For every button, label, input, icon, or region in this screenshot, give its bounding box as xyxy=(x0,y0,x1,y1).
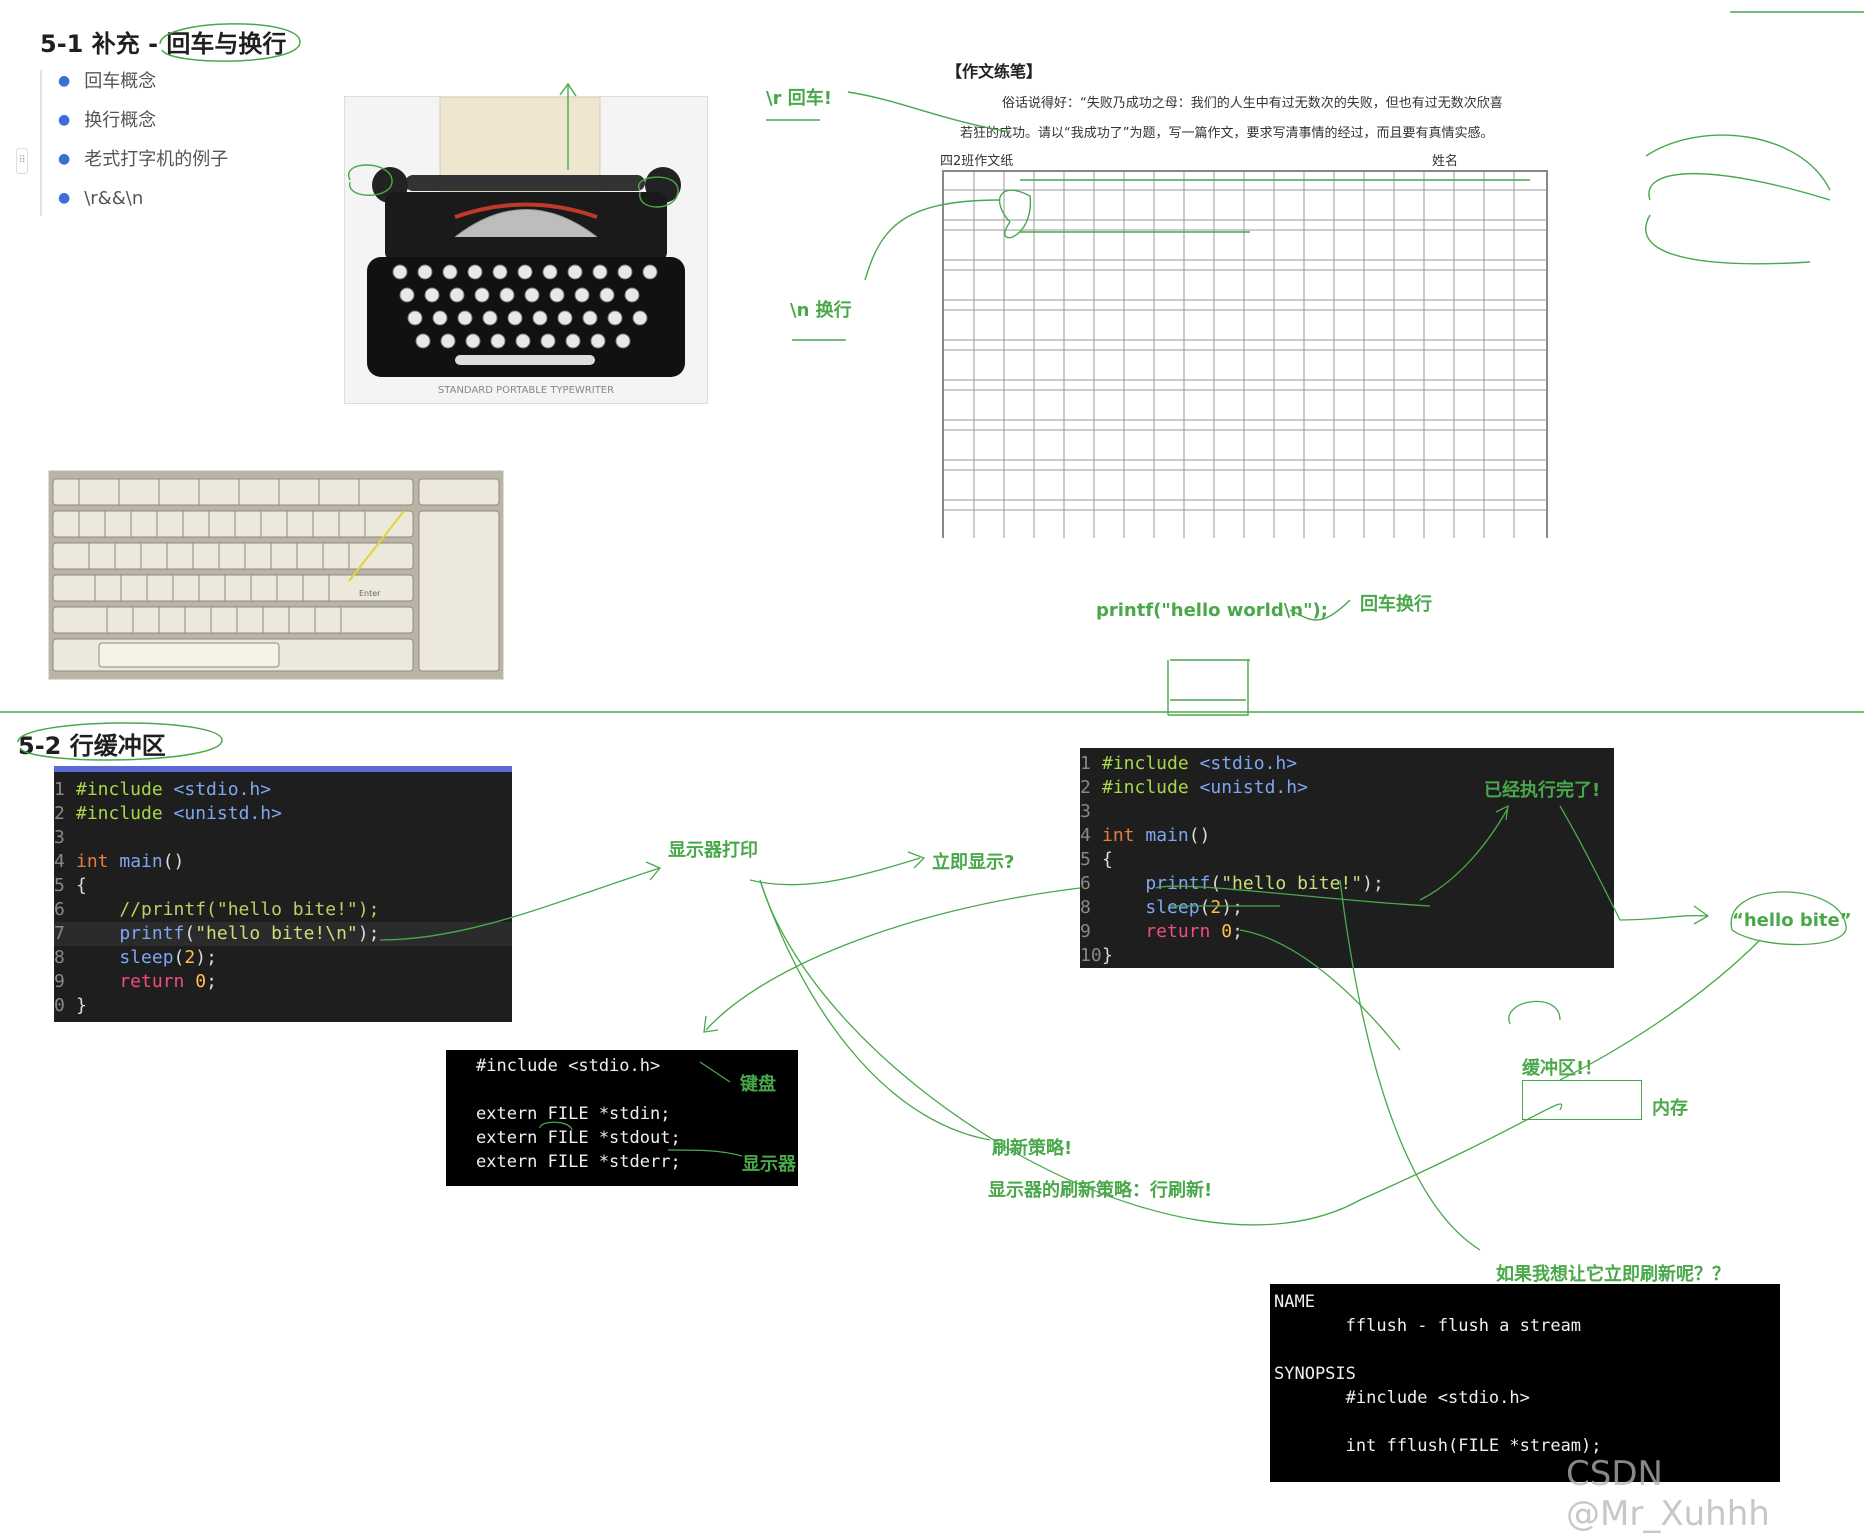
man-line xyxy=(1274,1338,1780,1362)
man-line xyxy=(1274,1410,1780,1434)
man-page-panel: NAME fflush - flush a stream SYNOPSIS #in… xyxy=(1270,1284,1780,1482)
watermark: CSDN @Mr_Xuhhh xyxy=(1566,1454,1770,1534)
man-line: fflush - flush a stream xyxy=(1274,1316,1582,1336)
man-line: SYNOPSIS xyxy=(1274,1364,1356,1384)
man-line: NAME xyxy=(1274,1292,1315,1312)
section2-freehand-strokes xyxy=(379,804,1847,1461)
man-line: #include <stdio.h> xyxy=(1274,1388,1530,1408)
